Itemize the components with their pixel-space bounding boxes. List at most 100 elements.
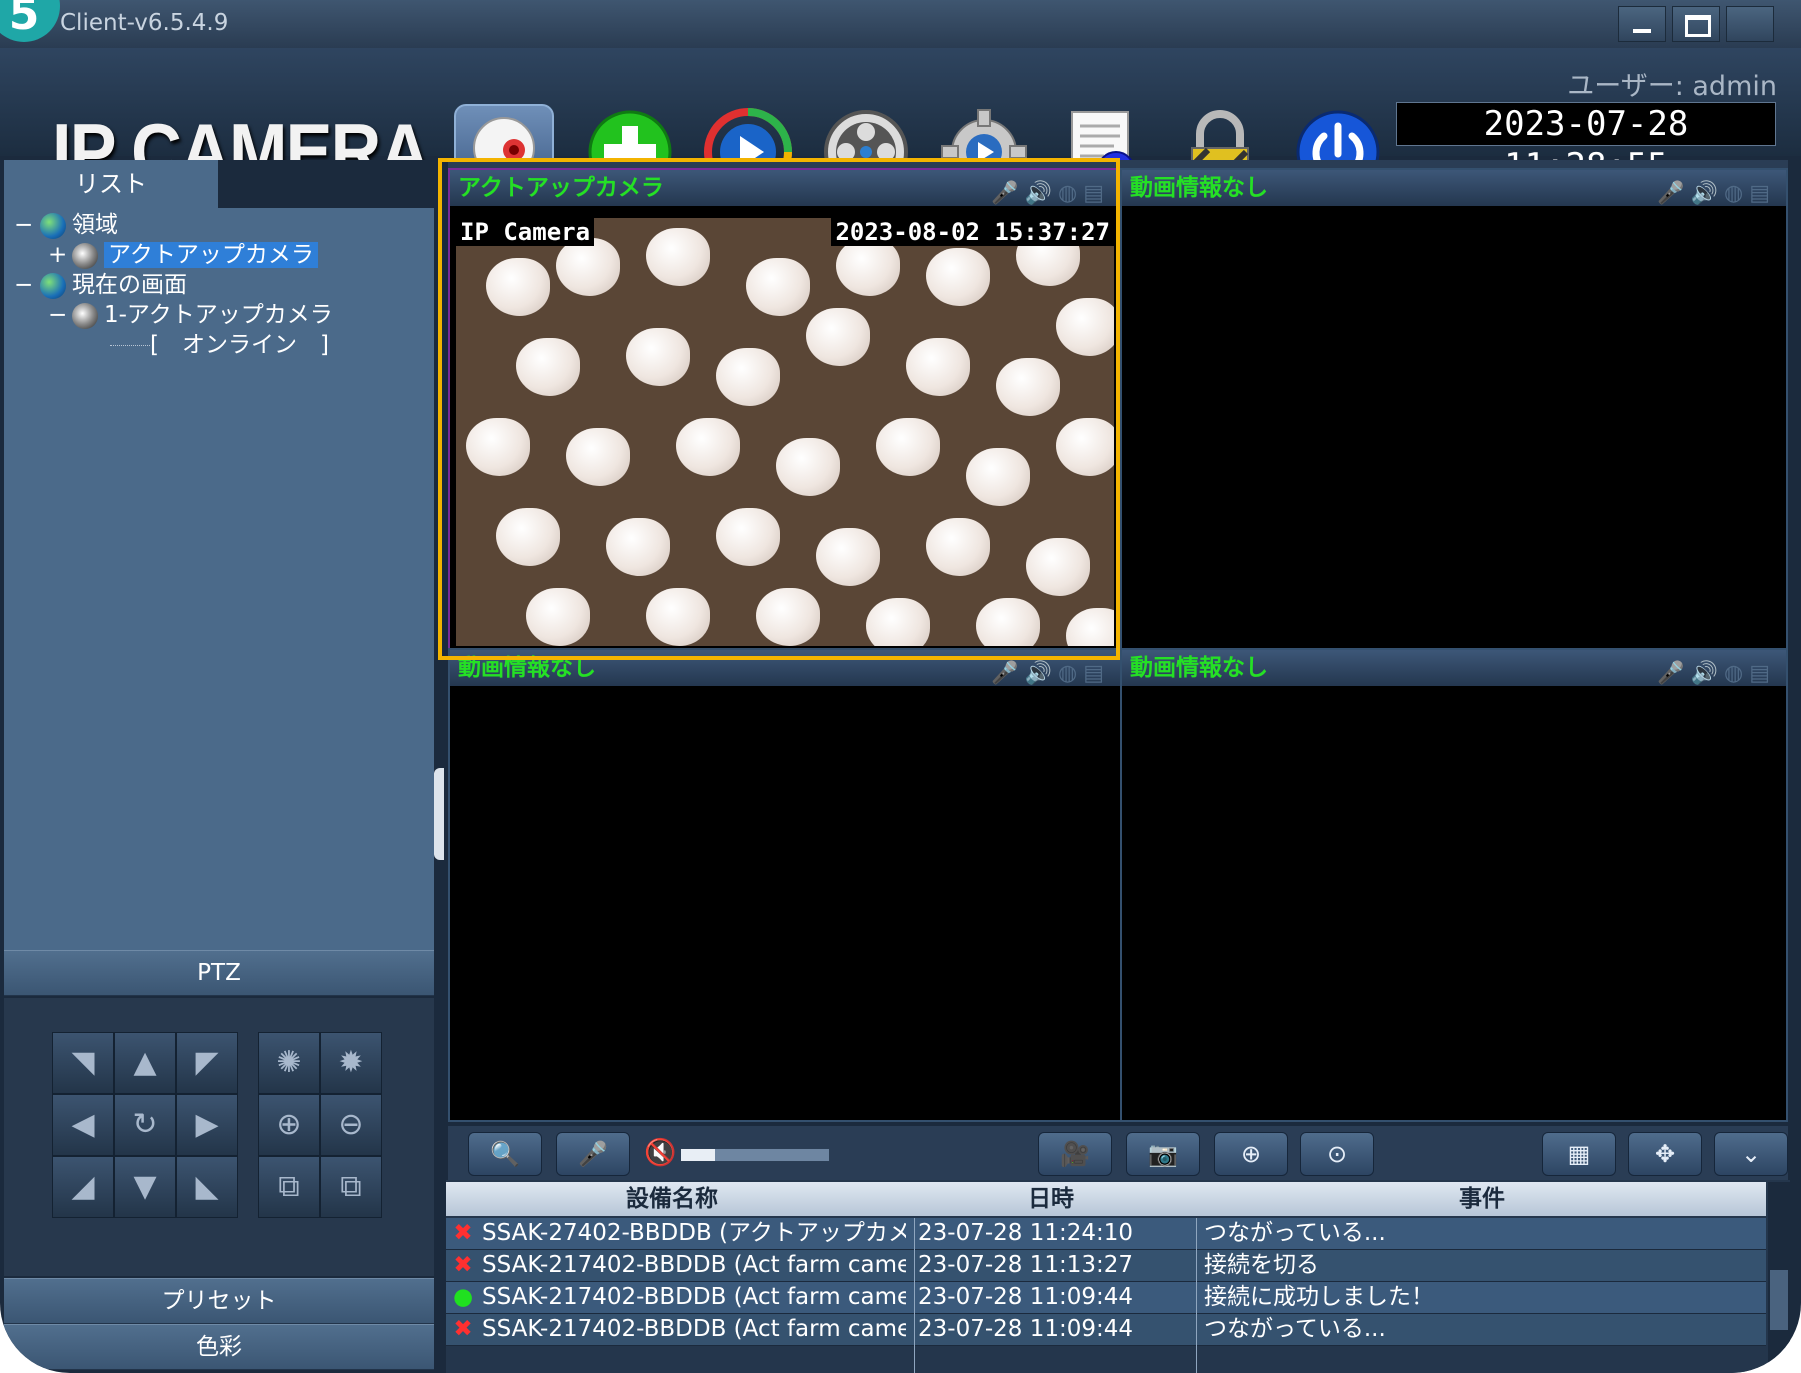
cell-controls: 🎤🔊◍▤ xyxy=(991,181,1110,206)
log-row[interactable]: ✖ SSAK-27402-BBDDB (アクトアップカメラ) 23-07-28 … xyxy=(446,1218,1766,1250)
ptz-up-button[interactable]: ▲ xyxy=(114,1032,176,1094)
log-time: 23-07-28 11:13:27 xyxy=(918,1252,1134,1278)
zoom-in-button[interactable]: ⊕ xyxy=(258,1094,320,1156)
sidebar-tabstrip xyxy=(218,160,434,208)
col-time[interactable]: 日時 xyxy=(916,1182,1186,1216)
microphone-icon[interactable]: 🎤 xyxy=(556,1132,630,1176)
digital-zoom-icon[interactable]: 🔍 xyxy=(468,1132,542,1176)
close-button[interactable] xyxy=(1726,6,1774,42)
ptz-up-left-button[interactable]: ◥ xyxy=(52,1032,114,1094)
clock-display: 2023-07-28 11:28:55 xyxy=(1396,102,1776,186)
log-device: SSAK-27402-BBDDB (アクトアップカメラ) xyxy=(482,1220,906,1246)
tree-toggle[interactable]: − xyxy=(14,210,40,240)
cell-title-bar: 動画情報なし 🎤🔊◍▤ xyxy=(1122,650,1786,686)
log-row[interactable]: ● SSAK-217402-BBDDB (Act farm came... 23… xyxy=(446,1282,1766,1314)
globe-icon xyxy=(40,212,66,239)
log-device: SSAK-217402-BBDDB (Act farm came... xyxy=(482,1284,906,1310)
log-event: 接続を切る xyxy=(1204,1252,1319,1278)
color-section-header[interactable]: 色彩 xyxy=(4,1324,434,1370)
ptz-reset-button[interactable]: ↻ xyxy=(114,1094,176,1156)
log-time: 23-07-28 11:09:44 xyxy=(918,1316,1134,1342)
ptz-section-header[interactable]: PTZ xyxy=(4,950,434,996)
fullscreen-icon[interactable]: ✥ xyxy=(1628,1132,1702,1176)
log-device: SSAK-217402-BBDDB (Act farm came... xyxy=(482,1316,906,1342)
record-icon[interactable]: 🎥 xyxy=(1038,1132,1112,1176)
focus-far-button[interactable]: ⧉ xyxy=(320,1156,382,1218)
ptz-panel: ◥ ▲ ◤ ◀ ↻ ▶ ◢ ▼ ◣ ✺ ✹ ⊕ ⊖ ⧉ ⧉ xyxy=(4,998,434,1276)
log-time: 23-07-28 11:24:10 xyxy=(918,1220,1134,1246)
video-cell-2[interactable]: 動画情報なし 🎤🔊◍▤ xyxy=(1120,168,1788,650)
snapshot-icon[interactable]: 📷 xyxy=(1126,1132,1200,1176)
tree-item-area[interactable]: − 領域 xyxy=(14,210,118,240)
zoom-out-button[interactable]: ⊖ xyxy=(320,1094,382,1156)
preset-section-header[interactable]: プリセット xyxy=(4,1278,434,1324)
ptz-down-left-button[interactable]: ◢ xyxy=(52,1156,114,1218)
tree-toggle[interactable]: − xyxy=(14,270,40,300)
user-label: ユーザー: admin xyxy=(1567,71,1777,102)
log-event: つながっている... xyxy=(1204,1316,1386,1342)
cell-title-bar: アクトアップカメラ 🎤🔊◍▤ xyxy=(450,170,1120,206)
ptz-up-right-button[interactable]: ◤ xyxy=(176,1032,238,1094)
cell-title: 動画情報なし xyxy=(1130,655,1268,681)
target-alt-icon[interactable]: ⊙ xyxy=(1300,1132,1374,1176)
col-device[interactable]: 設備名称 xyxy=(482,1182,862,1216)
ptz-down-right-button[interactable]: ◣ xyxy=(176,1156,238,1218)
tree-label: アクトアップカメラ xyxy=(104,242,318,268)
iris-open-button[interactable]: ✺ xyxy=(258,1032,320,1094)
mute-icon[interactable]: 🔇 xyxy=(644,1138,676,1168)
ptz-right-button[interactable]: ▶ xyxy=(176,1094,238,1156)
cell-controls: 🎤🔊◍▤ xyxy=(1657,661,1776,686)
log-scrollbar-thumb[interactable] xyxy=(1770,1270,1788,1330)
ptz-down-button[interactable]: ▼ xyxy=(114,1156,176,1218)
tree-label: 1-アクトアップカメラ xyxy=(104,302,333,328)
tree-item-current-screen[interactable]: − 現在の画面 xyxy=(14,270,187,300)
status-error-icon: ✖ xyxy=(453,1252,473,1278)
log-event: つながっている... xyxy=(1204,1220,1386,1246)
iris-close-button[interactable]: ✹ xyxy=(320,1032,382,1094)
tree-item-status: [ オンライン ] xyxy=(110,330,329,360)
status-error-icon: ✖ xyxy=(453,1316,473,1342)
video-cell-3[interactable]: 動画情報なし 🎤🔊◍▤ xyxy=(448,648,1122,1122)
app-window: Client-v6.5.4.9 5 IP CAMERA ユーザー: admin … xyxy=(0,0,1801,1373)
video-cell-1[interactable]: アクトアップカメラ 🎤🔊◍▤ IP Camera 2023-08-02 15:37… xyxy=(448,168,1122,650)
volume-slider-fill xyxy=(681,1149,715,1161)
log-row[interactable]: ✖ SSAK-217402-BBDDB (Act farm came... 23… xyxy=(446,1250,1766,1282)
cell-controls: 🎤🔊◍▤ xyxy=(1657,181,1776,206)
tree-toggle[interactable]: + xyxy=(48,240,72,270)
status-ok-icon: ● xyxy=(452,1284,474,1310)
video-grid: アクトアップカメラ 🎤🔊◍▤ IP Camera 2023-08-02 15:37… xyxy=(448,160,1788,1122)
log-time: 23-07-28 11:09:44 xyxy=(918,1284,1134,1310)
video-cell-4[interactable]: 動画情報なし 🎤🔊◍▤ xyxy=(1120,648,1788,1122)
log-header: 設備名称 日時 事件 xyxy=(446,1182,1766,1216)
status-error-icon: ✖ xyxy=(453,1220,473,1246)
log-event: 接続に成功しました！ xyxy=(1204,1284,1434,1310)
maximize-button[interactable] xyxy=(1672,6,1720,42)
log-device: SSAK-217402-BBDDB (Act farm came... xyxy=(482,1252,906,1278)
ptz-left-button[interactable]: ◀ xyxy=(52,1094,114,1156)
camera-feed[interactable]: IP Camera 2023-08-02 15:37:27 xyxy=(456,218,1114,646)
tree-label: 領域 xyxy=(72,212,118,238)
camera-icon xyxy=(72,242,98,269)
video-control-bar: 🔍 🎤 🔇 🎥 📷 ⊕ ⊙ ▦ ✥ ⌄ xyxy=(448,1126,1788,1182)
tree-item-camera[interactable]: + アクトアップカメラ xyxy=(48,240,318,270)
focus-near-button[interactable]: ⧉ xyxy=(258,1156,320,1218)
tab-list[interactable]: リスト xyxy=(4,160,218,208)
feed-camera-name: IP Camera xyxy=(456,218,595,246)
collapse-log-icon[interactable]: ⌄ xyxy=(1714,1132,1788,1176)
col-event[interactable]: 事件 xyxy=(1198,1182,1766,1216)
sidebar-collapse-handle[interactable] xyxy=(434,768,444,860)
cell-title: 動画情報なし xyxy=(458,655,596,681)
tree-item-channel-1[interactable]: − 1-アクトアップカメラ xyxy=(48,300,333,330)
globe-icon xyxy=(40,272,66,299)
grid-layout-icon[interactable]: ▦ xyxy=(1542,1132,1616,1176)
minimize-button[interactable] xyxy=(1618,6,1666,42)
target-icon[interactable]: ⊕ xyxy=(1214,1132,1288,1176)
cell-title: 動画情報なし xyxy=(1130,175,1268,201)
cell-controls: 🎤🔊◍▤ xyxy=(991,661,1110,686)
volume-slider[interactable] xyxy=(680,1148,830,1162)
tree-toggle[interactable]: − xyxy=(48,300,72,330)
log-row[interactable]: ✖ SSAK-217402-BBDDB (Act farm came... 23… xyxy=(446,1314,1766,1346)
log-scrollbar[interactable] xyxy=(1768,1182,1790,1373)
tree-connector xyxy=(110,345,150,346)
log-divider-1 xyxy=(914,1218,915,1373)
